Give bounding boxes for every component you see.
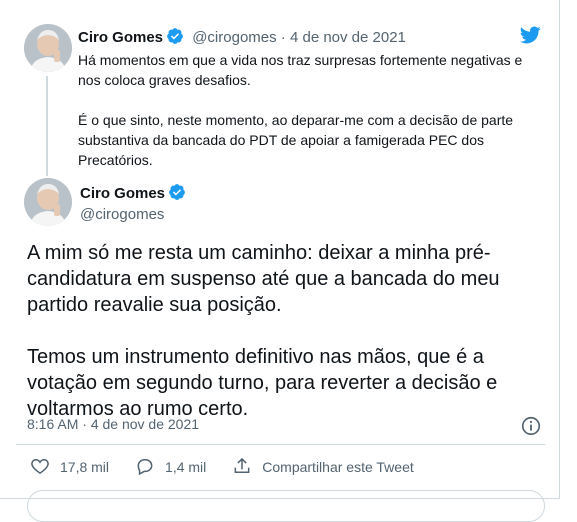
verified-badge-icon [166, 27, 184, 49]
share-button[interactable]: Compartilhar este Tweet [232, 456, 414, 479]
divider [16, 444, 545, 445]
author-handle[interactable]: @cirogomes [192, 29, 276, 46]
reply-tweet-text: Há momentos em que a vida nos traz surpr… [78, 50, 548, 170]
avatar[interactable] [24, 178, 72, 226]
tweet-date[interactable]: 4 de nov de 2021 [91, 416, 199, 432]
tweet-date[interactable]: 4 de nov de 2021 [290, 29, 406, 46]
avatar[interactable] [24, 24, 72, 72]
twitter-bird-icon[interactable] [519, 24, 541, 51]
heart-icon [30, 456, 60, 479]
action-bar: 17,8 mil 1,4 mil Compartilhar este Tweet [30, 456, 440, 478]
like-button[interactable]: 17,8 mil [30, 456, 109, 479]
info-icon[interactable] [520, 415, 542, 442]
author-name[interactable]: Ciro Gomes [78, 29, 163, 46]
reply-button[interactable]: 1,4 mil [135, 456, 206, 479]
verified-badge-icon [168, 183, 186, 205]
like-count: 17,8 mil [60, 459, 110, 475]
next-element-outline [27, 490, 545, 522]
dot-separator: · [82, 416, 87, 432]
share-icon [232, 456, 262, 479]
reply-bubble-icon [135, 456, 165, 479]
tweet-timestamp[interactable]: 8:16 AM · 4 de nov de 2021 [27, 416, 199, 432]
dot-separator: · [280, 29, 286, 46]
main-tweet-text: A mim só me resta um caminho: deixar a m… [27, 240, 547, 422]
reply-count: 1,4 mil [165, 459, 207, 475]
share-label: Compartilhar este Tweet [262, 459, 414, 475]
author-name[interactable]: Ciro Gomes [80, 185, 165, 202]
main-tweet-author: Ciro Gomes [80, 183, 186, 205]
tweet-time[interactable]: 8:16 AM [27, 416, 78, 432]
reply-header: Ciro Gomes @cirogomes · 4 de nov de 2021 [78, 27, 406, 49]
reply-paragraph: Há momentos em que a vida nos traz surpr… [78, 52, 523, 88]
reply-paragraph: É o que sinto, neste momento, ao deparar… [78, 112, 514, 168]
tweet-card: Ciro Gomes @cirogomes · 4 de nov de 2021… [0, 0, 560, 522]
main-paragraph: Temos um instrumento definitivo nas mãos… [27, 346, 498, 420]
main-paragraph: A mim só me resta um caminho: deixar a m… [27, 242, 500, 316]
author-handle[interactable]: @cirogomes [80, 206, 164, 223]
thread-connector-line [46, 76, 48, 176]
